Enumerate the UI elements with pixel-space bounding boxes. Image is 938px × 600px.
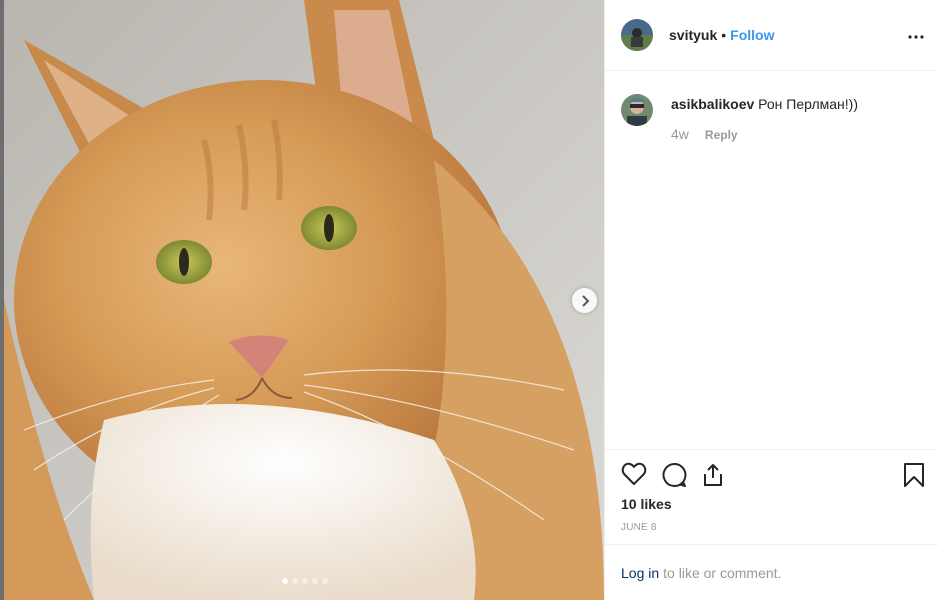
comment-username[interactable]: asikbalikoev (671, 96, 754, 112)
share-button[interactable] (701, 462, 725, 493)
login-prompt: Log in to like or comment. (605, 544, 938, 600)
chevron-right-icon (581, 294, 589, 307)
author-username[interactable]: svityuk (669, 27, 717, 43)
login-prompt-text: to like or comment. (663, 564, 782, 581)
more-options-button[interactable] (908, 26, 924, 44)
carousel-dot (292, 578, 298, 584)
follow-button[interactable]: Follow (730, 27, 774, 43)
avatar-image (621, 94, 653, 126)
like-button[interactable] (621, 462, 647, 491)
comment-text: Рон Перлман!)) (758, 96, 858, 112)
cat-photo-image (4, 0, 604, 600)
author-avatar[interactable] (621, 19, 653, 51)
carousel-indicator (282, 578, 328, 584)
comment-button[interactable] (661, 462, 687, 493)
comment-meta: 4w Reply (671, 126, 858, 142)
comment-item: asikbalikoev Рон Перлман!)) 4w Reply (621, 94, 858, 142)
carousel-next-button[interactable] (572, 288, 597, 313)
post-header: svityuk • Follow (605, 0, 938, 71)
header-separator: • (721, 27, 727, 43)
avatar-image (621, 19, 653, 51)
comment-body: asikbalikoev Рон Перлман!)) 4w Reply (671, 96, 858, 142)
carousel-dot (302, 578, 308, 584)
carousel-dot (312, 578, 318, 584)
commenter-avatar[interactable] (621, 94, 653, 126)
carousel-dot (282, 578, 288, 584)
bookmark-icon (904, 463, 924, 487)
post-photo[interactable] (4, 0, 604, 600)
share-upload-icon (704, 464, 722, 486)
reply-button[interactable]: Reply (705, 128, 738, 142)
save-button[interactable] (903, 462, 925, 493)
comment-text-line: asikbalikoev Рон Перлман!)) (671, 96, 858, 112)
likes-count[interactable]: 10 likes (621, 496, 672, 512)
login-link[interactable]: Log in (621, 565, 659, 581)
heart-icon (621, 462, 647, 485)
post-date[interactable]: JUNE 8 (621, 522, 657, 533)
more-options-icon (908, 35, 924, 39)
speech-bubble-icon (662, 462, 687, 487)
post-actions: 10 likes JUNE 8 (605, 449, 938, 544)
post-sidebar: svityuk • Follow asikbalikoev Рон Перлма… (604, 0, 938, 600)
carousel-dot (322, 578, 328, 584)
comment-timestamp[interactable]: 4w (671, 126, 689, 142)
